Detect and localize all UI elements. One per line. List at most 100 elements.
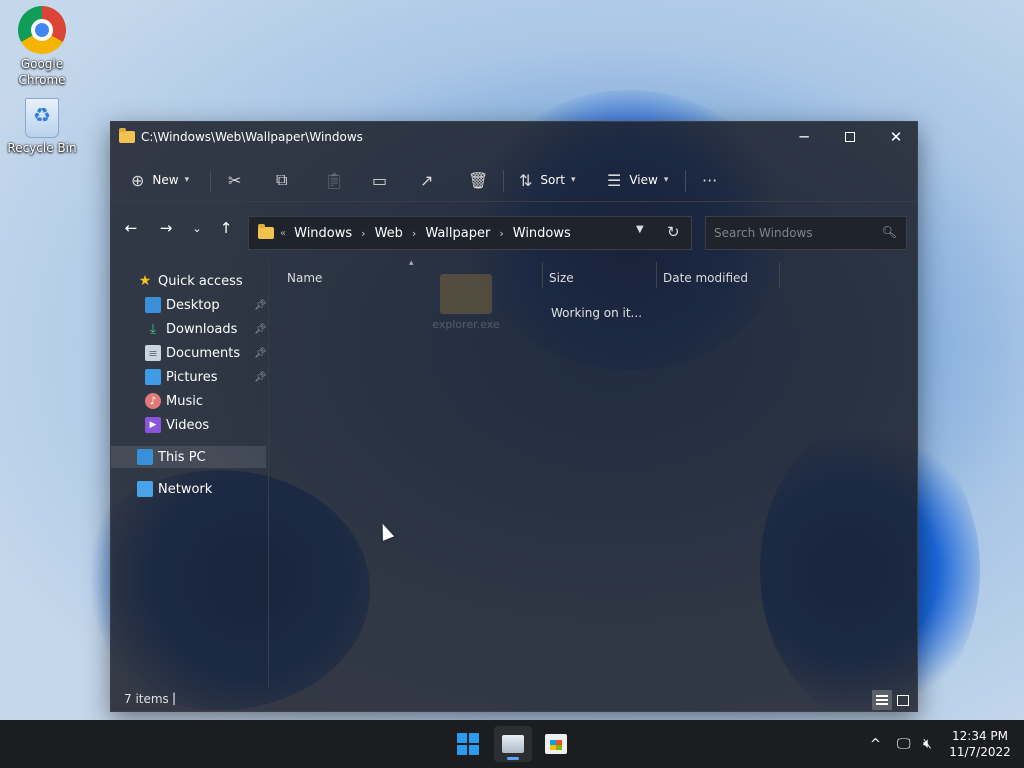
- sort-label: Sort: [540, 173, 566, 187]
- file-list[interactable]: Name ▴ Size Date modified explorer.exe W…: [271, 258, 917, 688]
- maximize-icon: [845, 132, 855, 142]
- scissors-icon: ✂: [228, 170, 242, 190]
- network-status-button[interactable]: 🖵︎: [897, 720, 911, 768]
- plus-circle-icon: ⊕: [131, 170, 145, 190]
- recent-locations-button[interactable]: ⌄: [185, 218, 209, 238]
- nav-item-label: Documents: [166, 345, 241, 361]
- search-icon: 🔍︎: [881, 225, 897, 239]
- chevron-right-icon[interactable]: ›: [361, 227, 365, 240]
- copy-button[interactable]: ⧉: [276, 166, 287, 194]
- pin-icon: 📌︎: [254, 347, 267, 359]
- window-title: C:\Windows\Web\Wallpaper\Windows: [141, 130, 363, 144]
- recycle-bin-icon: [25, 98, 59, 138]
- folder-icon: [119, 128, 135, 143]
- back-button[interactable]: ←: [119, 218, 143, 238]
- delete-button[interactable]: 🗑︎: [468, 166, 488, 194]
- up-button[interactable]: ↑: [214, 218, 238, 238]
- nav-item-this-pc[interactable]: This PC: [111, 446, 266, 468]
- store-icon: [545, 734, 567, 754]
- cut-button[interactable]: ✂: [228, 166, 241, 194]
- refresh-icon[interactable]: ↻: [667, 223, 680, 241]
- arrow-right-icon: →: [159, 219, 173, 237]
- search-box[interactable]: 🔍︎: [705, 216, 907, 250]
- column-divider[interactable]: [542, 262, 543, 288]
- nav-item-label: Videos: [166, 417, 210, 433]
- address-dropdown-icon[interactable]: ▼: [636, 224, 644, 235]
- chevron-up-icon: ^: [870, 736, 881, 752]
- nav-item-desktop[interactable]: Desktop 📌︎: [145, 294, 269, 316]
- sort-icon: ⇅: [519, 170, 533, 190]
- desktop-icon-chrome[interactable]: Google Chrome: [2, 6, 82, 88]
- rename-button[interactable]: ▭: [372, 166, 387, 194]
- chevron-right-icon[interactable]: ›: [499, 227, 503, 240]
- title-bar[interactable]: C:\Windows\Web\Wallpaper\Windows ─ ✕: [111, 122, 917, 152]
- nav-item-videos[interactable]: ▶ Videos: [145, 414, 209, 436]
- picture-icon: [145, 369, 161, 385]
- show-hidden-icons-button[interactable]: ^: [870, 720, 881, 768]
- divider: [210, 170, 211, 192]
- forward-button[interactable]: →: [154, 218, 178, 238]
- chevron-down-icon: ▾: [571, 175, 576, 185]
- desktop-icon-recycle-bin[interactable]: Recycle Bin: [2, 94, 82, 156]
- search-input[interactable]: [706, 217, 876, 249]
- more-options-button[interactable]: ···: [702, 166, 717, 194]
- video-icon: ▶: [145, 417, 161, 433]
- address-bar[interactable]: « Windows › Web › Wallpaper › Windows ▼ …: [248, 216, 692, 250]
- column-divider[interactable]: [779, 262, 780, 288]
- details-view-button[interactable]: [872, 690, 892, 710]
- share-button[interactable]: ↗: [420, 166, 433, 194]
- start-button[interactable]: [449, 726, 487, 762]
- navigation-row: ← → ⌄ ↑ « Windows › Web › Wallpaper › Wi…: [111, 208, 917, 250]
- nav-item-documents[interactable]: ≡ Documents 📌︎: [145, 342, 269, 364]
- sort-button[interactable]: ⇅ Sort ▾: [519, 166, 576, 194]
- nav-item-downloads[interactable]: ⤓ Downloads 📌︎: [145, 318, 269, 340]
- view-button[interactable]: ☰ View ▾: [607, 166, 668, 194]
- share-icon: ↗: [420, 170, 434, 190]
- column-header-size[interactable]: Size: [549, 268, 574, 288]
- pin-icon: 📌︎: [254, 371, 267, 383]
- maximize-button[interactable]: [827, 122, 873, 152]
- breadcrumb-segment[interactable]: Windows: [513, 226, 571, 241]
- network-monitor-icon: 🖵︎: [897, 736, 911, 752]
- breadcrumb-segment[interactable]: Web: [375, 226, 403, 241]
- clock-date: 11/7/2022: [949, 745, 1011, 759]
- file-explorer-window: C:\Windows\Web\Wallpaper\Windows ─ ✕ ⊕ N…: [110, 121, 918, 712]
- nav-item-pictures[interactable]: Pictures 📌︎: [145, 366, 269, 388]
- column-divider[interactable]: [656, 262, 657, 288]
- drag-ghost-label: explorer.exe: [432, 318, 500, 331]
- nav-item-network[interactable]: Network: [137, 478, 212, 500]
- new-button[interactable]: ⊕ New ▾: [131, 166, 189, 194]
- breadcrumb-segment[interactable]: Wallpaper: [425, 226, 490, 241]
- divider: [503, 170, 504, 192]
- nav-item-music[interactable]: ♪ Music: [145, 390, 203, 412]
- minimize-button[interactable]: ─: [781, 122, 827, 152]
- column-header-date-modified[interactable]: Date modified: [663, 268, 748, 288]
- network-icon: [137, 481, 153, 497]
- status-bar: 7 items |: [111, 688, 917, 712]
- volume-button[interactable]: 🔇︎: [923, 720, 932, 768]
- clock[interactable]: 12:34 PM 11/7/2022: [948, 728, 1012, 760]
- sort-arrow-icon: ▴: [409, 258, 414, 268]
- taskbar-microsoft-store[interactable]: [537, 726, 575, 762]
- nav-item-quick-access[interactable]: ★ Quick access: [137, 270, 243, 292]
- breadcrumb-segment[interactable]: Windows: [294, 226, 352, 241]
- paste-button[interactable]: 📋︎: [324, 166, 344, 194]
- nav-item-label: Network: [158, 481, 213, 497]
- windows-logo-icon: [457, 733, 479, 755]
- close-button[interactable]: ✕: [873, 122, 919, 152]
- close-icon: ✕: [889, 128, 903, 146]
- download-icon: ⤓: [149, 321, 157, 337]
- chrome-icon: [18, 6, 66, 54]
- large-icons-view-button[interactable]: [893, 690, 913, 710]
- pin-icon: 📌︎: [254, 323, 267, 335]
- chevron-down-icon: ▾: [184, 175, 190, 185]
- desktop-icon-label: Recycle Bin: [7, 141, 77, 155]
- chevron-right-icon[interactable]: ›: [412, 227, 416, 240]
- status-divider: |: [172, 691, 177, 705]
- document-icon: ≡: [145, 345, 161, 361]
- taskbar-file-explorer[interactable]: [494, 726, 532, 762]
- column-header-name[interactable]: Name: [287, 268, 322, 288]
- clock-time: 12:34 PM: [952, 729, 1008, 743]
- computer-icon: [137, 449, 153, 465]
- file-explorer-icon: [502, 735, 524, 753]
